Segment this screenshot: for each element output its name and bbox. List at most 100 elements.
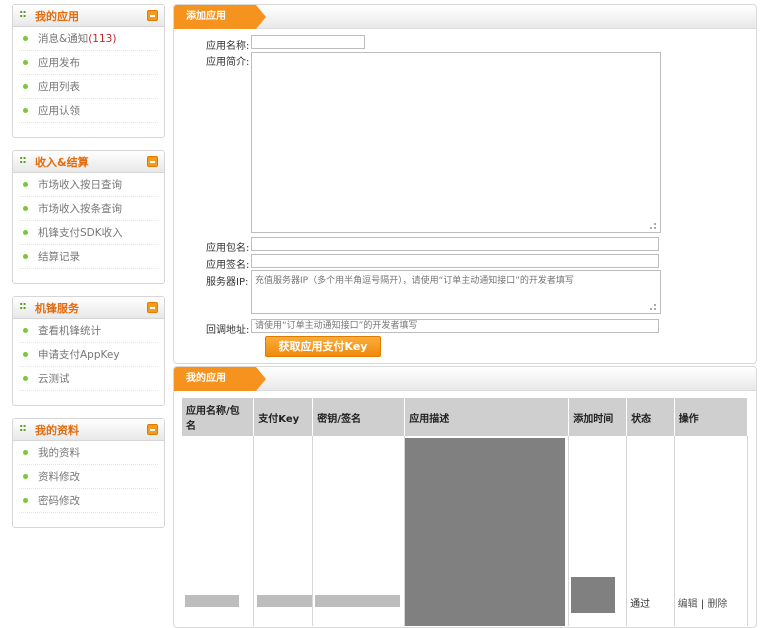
secret-cell [312, 436, 406, 626]
panel-header: 我的资料 [13, 419, 164, 441]
grip-icon [19, 7, 26, 20]
sidebar-item-app-list[interactable]: 应用列表 [19, 75, 158, 99]
sidebar-item-label: 密码修改 [38, 494, 80, 507]
package-name-label: 应用包名: [206, 243, 250, 254]
sidebar-item-claim[interactable]: 应用认领 [19, 99, 158, 123]
sidebar-item-edit-profile[interactable]: 资料修改 [19, 465, 158, 489]
panel-header: 收入&结算 [13, 151, 164, 173]
grip-icon [19, 153, 26, 166]
column-header: 添加时间 [568, 398, 628, 436]
sidebar-item-stats[interactable]: 查看机锋统计 [19, 319, 158, 343]
bullet-icon [23, 36, 28, 41]
sidebar-item-label: 市场收入按日查询 [38, 178, 122, 191]
collapse-icon[interactable] [147, 302, 158, 313]
app-name-input[interactable] [251, 35, 365, 49]
app-intro-label: 应用简介: [206, 57, 250, 68]
panel-title: 我的应用 [35, 9, 79, 23]
panel-title: 机锋服务 [35, 301, 79, 315]
column-header: 应用描述 [404, 398, 570, 436]
resize-grip-icon[interactable] [650, 304, 656, 310]
table-row: 通过 编辑 | 删除 [182, 436, 749, 626]
panel-header: 我的应用 [13, 5, 164, 27]
sidebar-item-income-record[interactable]: 市场收入按条查询 [19, 197, 158, 221]
sidebar-item-label: 我的资料 [38, 446, 80, 459]
package-name-input[interactable] [251, 237, 659, 251]
bullet-icon [23, 254, 28, 259]
panel-title: 我的资料 [35, 423, 79, 437]
added-time-cell [568, 436, 628, 626]
redacted-block [257, 595, 313, 607]
column-header: 支付Key [253, 398, 314, 436]
edit-link[interactable]: 编辑 [678, 599, 698, 610]
bullet-icon [23, 182, 28, 187]
column-header: 操作 [674, 398, 749, 436]
sidebar-item-settlement[interactable]: 结算记录 [19, 245, 158, 269]
sidebar-item-income-daily[interactable]: 市场收入按日查询 [19, 173, 158, 197]
panel-title: 收入&结算 [35, 155, 89, 169]
get-pay-key-button[interactable]: 获取应用支付Key [265, 336, 381, 357]
sidebar-item-messages[interactable]: 消息&通知 (113) [19, 27, 158, 51]
actions-cell: 编辑 | 删除 [674, 436, 749, 626]
bullet-icon [23, 230, 28, 235]
sidebar-item-label: 申请支付AppKey [38, 348, 120, 361]
redacted-block [185, 595, 239, 607]
collapse-icon[interactable] [147, 10, 158, 21]
add-app-panel: 添加应用 应用名称: 应用简介: 应用包名: 应用签名: 服务器IP: 回调地址… [173, 4, 757, 364]
status-cell: 通过 [626, 436, 675, 626]
bullet-icon [23, 450, 28, 455]
callback-url-input[interactable] [251, 319, 659, 333]
sidebar-item-label: 机锋支付SDK收入 [38, 226, 123, 239]
sidebar-item-label: 云测试 [38, 372, 70, 385]
sidebar-item-appkey[interactable]: 申请支付AppKey [19, 343, 158, 367]
sidebar: 我的应用 消息&通知(113) 应用发布 应用列表 应用认领 收入&结算 市场收… [12, 4, 165, 540]
bullet-icon [23, 60, 28, 65]
panel-income: 收入&结算 市场收入按日查询 市场收入按条查询 机锋支付SDK收入 结算记录 [12, 150, 165, 284]
apps-table: 应用名称/包名 支付Key 密钥/签名 应用描述 添加时间 状态 操作 通过 编… [182, 398, 749, 626]
server-ip-label: 服务器IP: [206, 277, 249, 288]
sidebar-item-label: 市场收入按条查询 [38, 202, 122, 215]
action-separator: | [700, 599, 705, 610]
signature-input[interactable] [251, 254, 659, 268]
tab-add-app[interactable]: 添加应用 [174, 5, 266, 29]
sidebar-item-my-profile[interactable]: 我的资料 [19, 441, 158, 465]
panel-header: 添加应用 [174, 5, 756, 29]
grip-icon [19, 299, 26, 312]
column-header: 应用名称/包名 [182, 398, 255, 436]
sidebar-item-label: 应用认领 [38, 104, 80, 117]
sidebar-item-sdk-income[interactable]: 机锋支付SDK收入 [19, 221, 158, 245]
collapse-icon[interactable] [147, 156, 158, 167]
callback-label: 回调地址: [206, 325, 250, 336]
pay-key-cell [253, 436, 314, 626]
panel-my-apps: 我的应用 消息&通知(113) 应用发布 应用列表 应用认领 [12, 4, 165, 138]
redacted-block [571, 577, 616, 613]
app-name-label: 应用名称: [206, 41, 250, 52]
message-count: (113) [88, 32, 117, 45]
description-cell [404, 436, 570, 626]
sidebar-item-label: 应用发布 [38, 56, 80, 69]
resize-grip-icon[interactable] [650, 223, 656, 229]
app-intro-textarea[interactable] [251, 52, 661, 233]
bullet-icon [23, 474, 28, 479]
server-ip-textarea[interactable] [251, 270, 661, 314]
add-app-form: 应用名称: 应用简介: 应用包名: 应用签名: 服务器IP: 回调地址: 获取应… [174, 29, 756, 363]
delete-link[interactable]: 删除 [707, 599, 727, 610]
signature-label: 应用签名: [206, 260, 250, 271]
sidebar-item-label: 应用列表 [38, 80, 80, 93]
sidebar-item-publish[interactable]: 应用发布 [19, 51, 158, 75]
bullet-icon [23, 498, 28, 503]
panel-profile: 我的资料 我的资料 资料修改 密码修改 [12, 418, 165, 528]
sidebar-item-change-password[interactable]: 密码修改 [19, 489, 158, 513]
bullet-icon [23, 376, 28, 381]
column-header: 密钥/签名 [312, 398, 406, 436]
table-header-row: 应用名称/包名 支付Key 密钥/签名 应用描述 添加时间 状态 操作 [182, 398, 749, 436]
sidebar-item-cloud-test[interactable]: 云测试 [19, 367, 158, 391]
sidebar-item-label: 消息&通知 [38, 32, 89, 45]
tab-my-apps[interactable]: 我的应用 [174, 367, 266, 391]
bullet-icon [23, 84, 28, 89]
grip-icon [19, 421, 26, 434]
collapse-icon[interactable] [147, 424, 158, 435]
bullet-icon [23, 108, 28, 113]
panel-services: 机锋服务 查看机锋统计 申请支付AppKey 云测试 [12, 296, 165, 406]
redacted-block [405, 438, 566, 626]
sidebar-item-label: 查看机锋统计 [38, 324, 101, 337]
